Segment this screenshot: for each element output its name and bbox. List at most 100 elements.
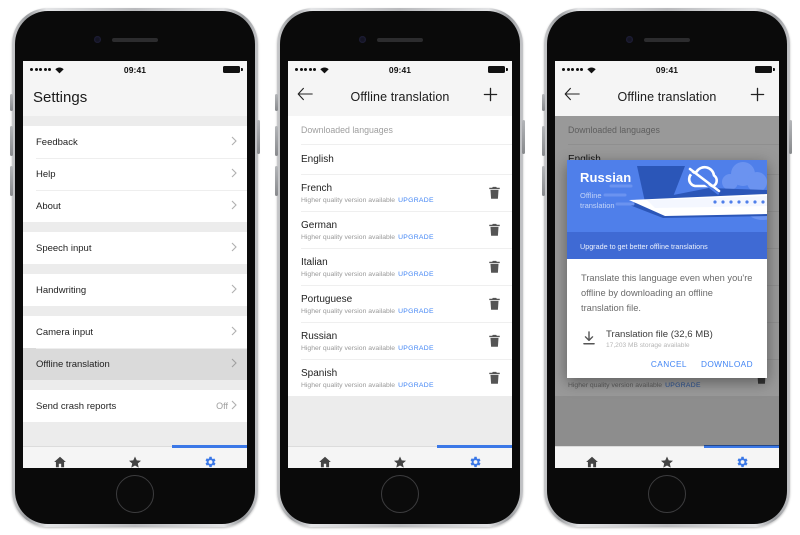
star-icon [660,455,674,468]
language-subtitle: Higher quality version availableUPGRADE [301,233,434,241]
silent-switch[interactable] [275,94,278,111]
phone-device-2: 09:41 Offline translation Downloaded lan… [275,8,525,527]
tab-settings[interactable] [704,447,779,468]
settings-row-camera-input[interactable]: Camera input [23,316,247,348]
dialog-hero: Russian Offline translation [567,160,767,232]
row-label: Camera input [36,326,94,338]
download-button[interactable]: DOWNLOAD [701,359,753,369]
settings-row-offline-translation[interactable]: Offline translation [23,348,247,380]
chevron-right-icon [231,197,237,215]
volume-down-button[interactable] [10,166,13,196]
upgrade-link[interactable]: UPGRADE [398,197,434,204]
chevron-right-icon [231,281,237,299]
list-item[interactable]: German Higher quality version availableU… [288,211,512,248]
volume-up-button[interactable] [10,126,13,156]
back-arrow-icon[interactable] [564,87,584,107]
download-language-dialog: Russian Offline translation Upgrade to g… [567,160,767,378]
cancel-button[interactable]: CANCEL [651,359,687,369]
tab-settings[interactable] [437,447,512,468]
trash-icon[interactable] [488,334,501,348]
tab-settings[interactable] [172,447,247,468]
home-icon [53,455,67,468]
screen-2: 09:41 Offline translation Downloaded lan… [288,61,512,468]
row-text: Portuguese Higher quality version availa… [301,293,482,315]
power-button[interactable] [789,120,792,154]
language-list-content[interactable]: Downloaded languages English French High… [288,116,512,446]
language-subtitle: Higher quality version availableUPGRADE [301,196,434,204]
plus-icon[interactable] [750,87,770,107]
upgrade-link[interactable]: UPGRADE [398,308,434,315]
upgrade-link[interactable]: UPGRADE [398,271,434,278]
upgrade-link[interactable]: UPGRADE [398,382,434,389]
volume-down-button[interactable] [275,166,278,196]
tab-home[interactable] [288,447,363,468]
power-button[interactable] [257,120,260,154]
trash-icon[interactable] [488,223,501,237]
settings-row-send-crash-reports[interactable]: Send crash reports Off [23,390,247,422]
upgrade-link[interactable]: UPGRADE [398,234,434,241]
list-item[interactable]: Italian Higher quality version available… [288,248,512,285]
list-item[interactable]: Russian Higher quality version available… [288,322,512,359]
tab-starred[interactable] [363,447,438,468]
list-item[interactable]: English [288,144,512,174]
row-text: Russian Higher quality version available… [301,330,482,352]
settings-row-handwriting[interactable]: Handwriting [23,274,247,306]
dialog-file-row[interactable]: Translation file (32,6 MB) 17,203 MB sto… [581,329,753,349]
trash-icon[interactable] [488,371,501,385]
tab-starred[interactable] [630,447,705,468]
volume-up-button[interactable] [542,126,545,156]
earpiece-speaker [112,38,158,42]
back-arrow-icon[interactable] [297,87,317,107]
list-item[interactable]: Portuguese Higher quality version availa… [288,285,512,322]
group-gap [23,222,247,232]
row-text: German Higher quality version availableU… [301,219,482,241]
silent-switch[interactable] [10,94,13,111]
upgrade-banner-text: Upgrade to get better offline translatio… [580,242,708,251]
settings-row-help[interactable]: Help [23,158,247,190]
bottom-tab-bar[interactable] [555,445,779,468]
group-gap [23,306,247,316]
dialog-upgrade-banner[interactable]: Upgrade to get better offline translatio… [567,232,767,259]
silent-switch[interactable] [542,94,545,111]
tab-home[interactable] [555,447,630,468]
bottom-tab-bar[interactable] [23,445,247,468]
download-icon [582,331,596,346]
language-list-content[interactable]: Downloaded languages English French High… [555,116,779,446]
settings-row-feedback[interactable]: Feedback [23,126,247,158]
tab-starred[interactable] [98,447,173,468]
status-time: 09:41 [123,64,147,75]
home-button[interactable] [116,475,154,513]
upgrade-link[interactable]: UPGRADE [398,345,434,352]
home-button[interactable] [381,475,419,513]
trash-icon[interactable] [488,260,501,274]
volume-down-button[interactable] [542,166,545,196]
settings-content[interactable]: Feedback Help About Speech input Handwri… [23,116,247,446]
trash-icon[interactable] [488,297,501,311]
row-text: Italian Higher quality version available… [301,256,482,278]
settings-row-about[interactable]: About [23,190,247,222]
downloaded-languages-card: Downloaded languages English French High… [288,116,512,396]
storage-available: 17,203 MB storage available [606,342,690,349]
volume-up-button[interactable] [275,126,278,156]
gear-icon [203,455,217,468]
dialog-hero-subtitle: Offline translation [580,191,615,210]
section-header: Downloaded languages [301,125,393,135]
front-camera [626,36,633,43]
trash-icon[interactable] [488,186,501,200]
earpiece-speaker [644,38,690,42]
settings-row-speech-input[interactable]: Speech input [23,232,247,264]
row-label: Feedback [36,136,78,148]
list-item[interactable]: Spanish Higher quality version available… [288,359,512,396]
screen-3: 09:41 Offline translation Downloaded lan… [555,61,779,468]
language-name: German [301,219,338,231]
home-button[interactable] [648,475,686,513]
list-item[interactable]: French Higher quality version availableU… [288,174,512,211]
plus-icon[interactable] [483,87,503,107]
tab-home[interactable] [23,447,98,468]
row-label: About [36,200,61,212]
dialog-body: Translate this language even when you're… [567,259,767,349]
power-button[interactable] [522,120,525,154]
bottom-tab-bar[interactable] [288,445,512,468]
language-name: French [301,182,333,194]
row-label: Help [36,168,56,180]
